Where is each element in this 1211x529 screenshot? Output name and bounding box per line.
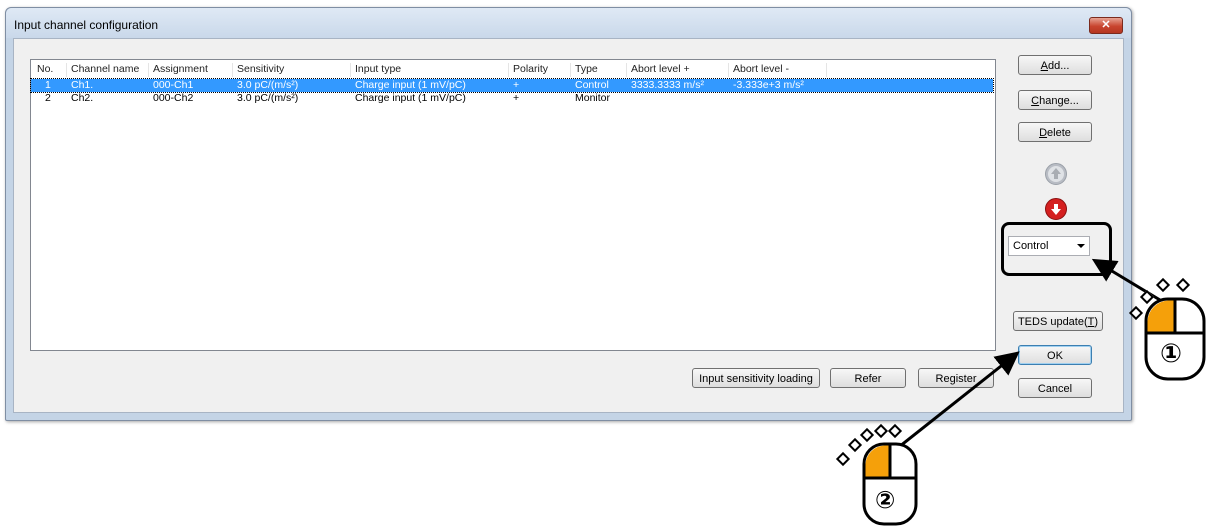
annotation-arrows bbox=[884, 258, 1161, 460]
step1-label: ① bbox=[1160, 339, 1183, 369]
mouse-icon-step2: ② bbox=[862, 442, 918, 526]
step2-label: ② bbox=[875, 486, 896, 514]
mouse-icon-step1: ① bbox=[1144, 297, 1206, 381]
